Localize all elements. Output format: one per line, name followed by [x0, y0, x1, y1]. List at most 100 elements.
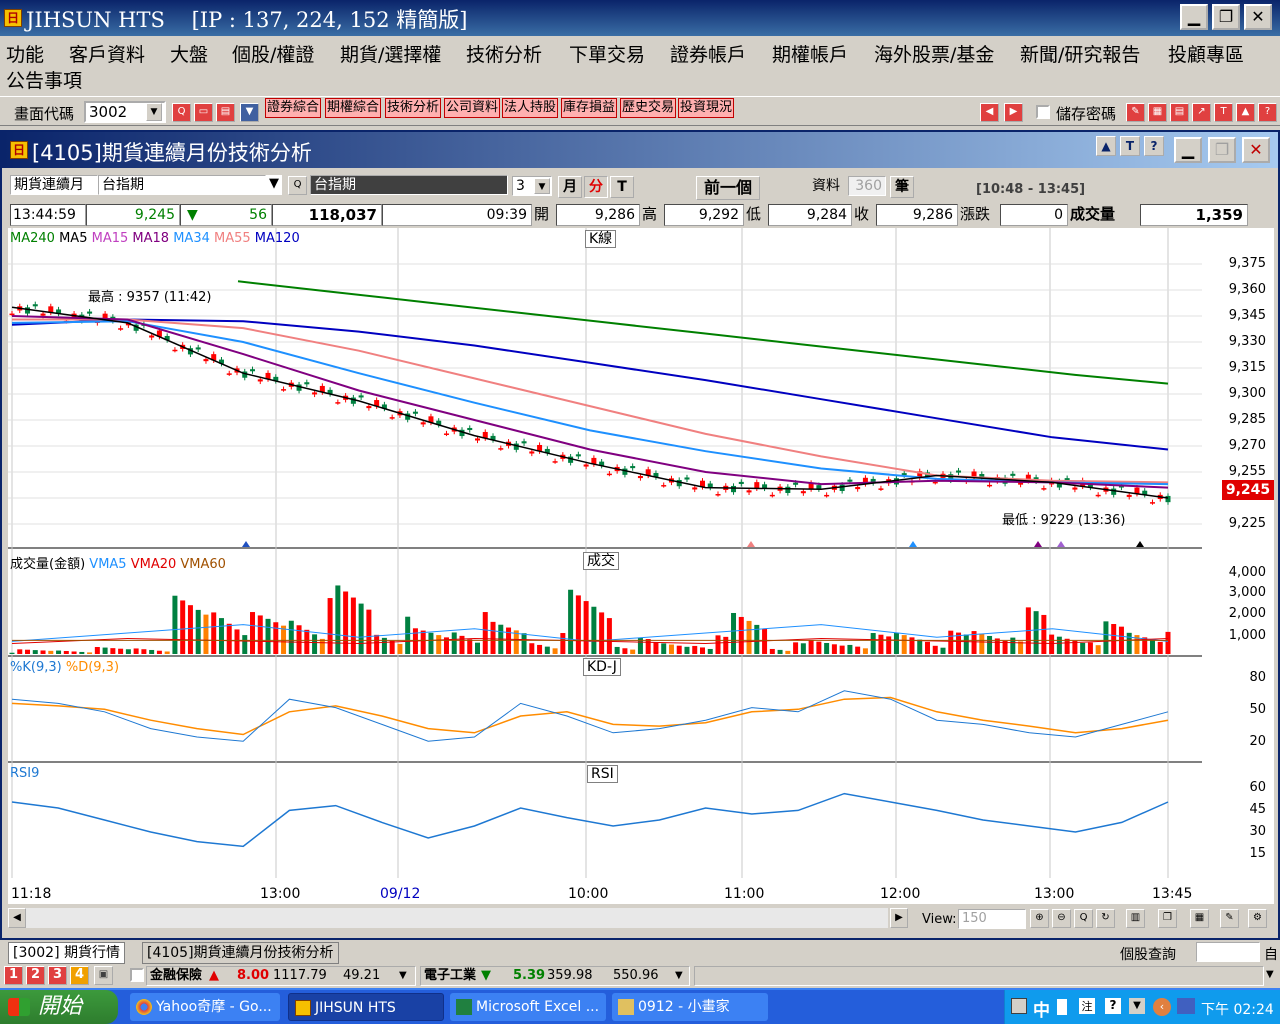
- start-button[interactable]: 開始: [0, 990, 118, 1024]
- panel-maximize-button[interactable]: ❐: [1208, 137, 1236, 163]
- month-button[interactable]: 月: [558, 176, 582, 198]
- menu-item-market[interactable]: 大盤: [170, 40, 208, 67]
- product-name-field[interactable]: 台指期: [98, 175, 266, 195]
- table-icon[interactable]: ▦: [1190, 909, 1209, 928]
- link-investment[interactable]: 投資現況: [678, 98, 735, 118]
- save-password-checkbox[interactable]: [1036, 105, 1050, 119]
- link-company-info[interactable]: 公司資料: [444, 98, 501, 118]
- chevron-down-icon[interactable]: ▼: [146, 103, 162, 121]
- menu-item-order[interactable]: 下單交易: [569, 40, 645, 67]
- indicator-icon[interactable]: ▥: [1126, 909, 1145, 928]
- refresh-icon[interactable]: ↻: [1096, 909, 1115, 928]
- print-icon[interactable]: ▤: [216, 103, 235, 122]
- tab-futures-quote[interactable]: [3002] 期貨行情: [8, 942, 126, 964]
- minimize-button[interactable]: ▁: [1180, 4, 1208, 30]
- help-tray-icon[interactable]: ?: [1105, 998, 1121, 1014]
- y-tick: 9,225: [1228, 516, 1266, 531]
- menu-item-stock[interactable]: 個股/權證: [232, 40, 314, 67]
- scroll-right-icon[interactable]: ▶: [890, 908, 908, 928]
- half-width-icon[interactable]: [1057, 999, 1067, 1015]
- chevron-down-tray-icon[interactable]: ▼: [1129, 998, 1145, 1014]
- panel-minimize-button[interactable]: ▁: [1174, 137, 1202, 163]
- menu-item-announcement[interactable]: 公告事項: [6, 66, 82, 93]
- show-hidden-icon[interactable]: ‹: [1153, 998, 1171, 1016]
- menu-item-technical[interactable]: 技術分析: [466, 40, 542, 67]
- task-excel[interactable]: Microsoft Excel ...: [450, 993, 606, 1021]
- window-icon[interactable]: ❐: [1158, 909, 1177, 928]
- settings-icon[interactable]: ⚙: [1248, 909, 1267, 928]
- zoom-in-icon[interactable]: ⊕: [1030, 909, 1049, 928]
- search-zoom-icon[interactable]: Q: [1074, 909, 1093, 928]
- data-count-input[interactable]: 360: [848, 176, 886, 196]
- status-chevron-icon[interactable]: ▼: [1266, 969, 1274, 980]
- ticker2-chevron-icon[interactable]: ▼: [675, 967, 683, 985]
- restore-button[interactable]: ❐: [1212, 4, 1240, 30]
- link-futures-summary[interactable]: 期權綜合: [325, 98, 382, 118]
- chart-icon[interactable]: ↗: [1192, 103, 1211, 122]
- scroll-track[interactable]: [26, 908, 888, 928]
- menu-item-function[interactable]: 功能: [6, 40, 44, 67]
- panel-close-button[interactable]: ✕: [1242, 137, 1270, 163]
- data-unit-button[interactable]: 筆: [890, 176, 914, 198]
- close-button[interactable]: ✕: [1244, 4, 1272, 30]
- lock-icon[interactable]: ▣: [94, 966, 113, 985]
- menu-item-news[interactable]: 新聞/研究報告: [1020, 40, 1140, 67]
- search-icon-product[interactable]: Q: [288, 176, 307, 195]
- period-chevron-icon[interactable]: ▼: [534, 178, 550, 194]
- chart-scrollbar[interactable]: ◀ ▶ View: 150 ⊕ ⊖ Q ↻ ▥ ❐ ▦ ✎ ⚙: [8, 906, 1274, 932]
- product-dropdown-arrow[interactable]: ▼: [266, 175, 282, 195]
- page-2-button[interactable]: 2: [26, 966, 45, 985]
- input-mode-icon[interactable]: 注: [1079, 998, 1095, 1014]
- page-4-button[interactable]: 4: [70, 966, 89, 985]
- task-jihsun[interactable]: JIHSUN HTS: [288, 993, 444, 1021]
- ticker-checkbox[interactable]: [130, 968, 144, 982]
- keyboard-icon[interactable]: [1011, 998, 1027, 1014]
- draw-icon[interactable]: ✎: [1220, 909, 1239, 928]
- arrow-right-icon[interactable]: ▶: [1004, 103, 1023, 122]
- tab-technical-analysis[interactable]: [4105]期貨連續月份技術分析: [142, 942, 339, 964]
- task-yahoo[interactable]: Yahoo奇摩 - Go...: [130, 993, 280, 1021]
- prev-button[interactable]: 前一個: [696, 176, 760, 200]
- grid-icon[interactable]: ▦: [1148, 103, 1167, 122]
- search-icon[interactable]: Q: [172, 103, 191, 122]
- zoom-out-icon[interactable]: ⊖: [1052, 909, 1071, 928]
- page-3-button[interactable]: 3: [48, 966, 67, 985]
- dropdown-icon[interactable]: ▼: [240, 103, 259, 122]
- windows-logo-icon: [8, 998, 30, 1016]
- volume-bar: [467, 639, 473, 654]
- link-technical[interactable]: 技術分析: [385, 98, 442, 118]
- link-securities-summary[interactable]: 證券綜合: [265, 98, 322, 118]
- text-t-icon[interactable]: T: [1120, 136, 1140, 156]
- folder-icon[interactable]: ▭: [194, 103, 213, 122]
- menu-item-futures-account[interactable]: 期權帳戶: [772, 40, 848, 67]
- minute-button[interactable]: 分: [584, 176, 608, 198]
- menu-item-securities-account[interactable]: 證券帳戶: [670, 40, 746, 67]
- menu-item-overseas[interactable]: 海外股票/基金: [874, 40, 994, 67]
- stock-query-input[interactable]: [1196, 942, 1260, 962]
- page-1-button[interactable]: 1: [4, 966, 23, 985]
- list-icon[interactable]: ▤: [1170, 103, 1189, 122]
- cake-icon[interactable]: ▲: [1236, 103, 1255, 122]
- triangle-up-icon[interactable]: ▲: [1096, 136, 1116, 156]
- scroll-left-icon[interactable]: ◀: [8, 908, 26, 928]
- text-icon[interactable]: T: [1214, 103, 1233, 122]
- pen-icon[interactable]: ✎: [1126, 103, 1145, 122]
- menu-item-futures[interactable]: 期貨/選擇權: [340, 40, 441, 67]
- link-inventory-pnl[interactable]: 庫存損益: [561, 98, 618, 118]
- arrow-left-icon[interactable]: ◀: [980, 103, 999, 122]
- product-type-field[interactable]: 期貨連續月: [10, 175, 98, 195]
- menu-item-advisor[interactable]: 投顧專區: [1168, 40, 1244, 67]
- technical-chart[interactable]: MA240 MA5 MA15 MA18 MA34 MA55 MA120 K線 最…: [8, 228, 1202, 878]
- volume-bar: [1064, 638, 1070, 654]
- link-institutional[interactable]: 法人持股: [502, 98, 559, 118]
- tick-button[interactable]: T: [610, 176, 634, 198]
- network-icon[interactable]: [1177, 998, 1195, 1014]
- menu-item-customer[interactable]: 客戶資料: [69, 40, 145, 67]
- link-history[interactable]: 歷史交易: [620, 98, 677, 118]
- question-icon[interactable]: ?: [1144, 136, 1164, 156]
- help-icon[interactable]: ?: [1258, 103, 1277, 122]
- ticker1-chevron-icon[interactable]: ▼: [399, 967, 407, 985]
- ime-indicator[interactable]: 中: [1033, 996, 1050, 1021]
- task-paint[interactable]: 0912 - 小畫家: [612, 993, 768, 1021]
- view-input[interactable]: 150: [958, 909, 1026, 929]
